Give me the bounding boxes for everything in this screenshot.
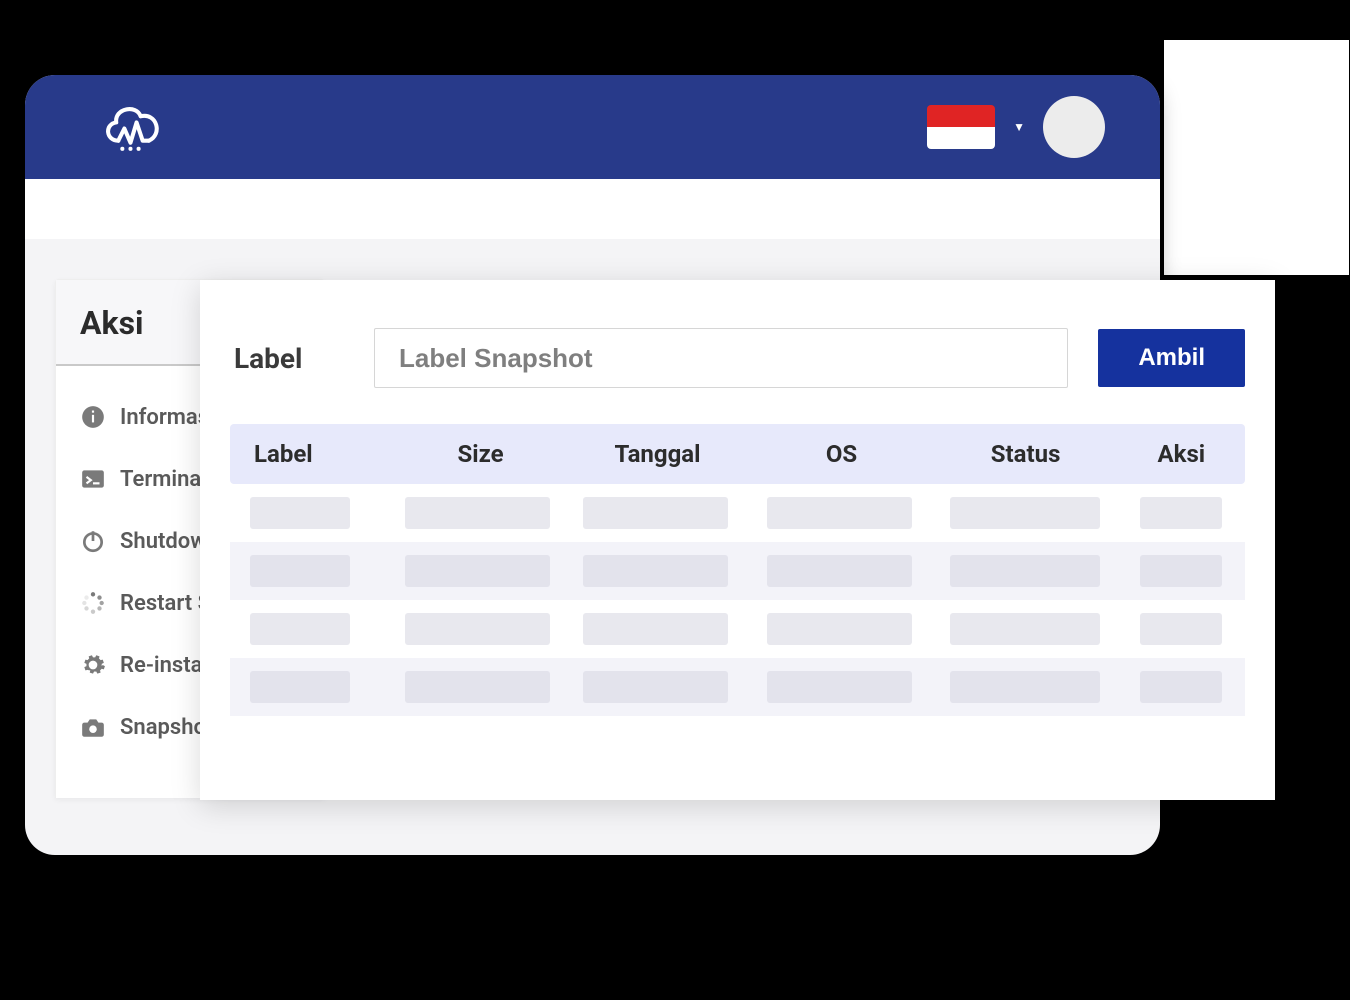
skeleton-placeholder xyxy=(767,555,912,587)
table-cell xyxy=(932,497,1117,529)
snapshot-table: Label Size Tanggal OS Status Aksi xyxy=(230,424,1245,716)
skeleton-placeholder xyxy=(405,555,550,587)
power-icon xyxy=(80,528,106,554)
topbar: ▼ xyxy=(25,75,1160,179)
table-row xyxy=(230,542,1245,600)
table-cell xyxy=(748,497,933,529)
skeleton-placeholder xyxy=(1140,613,1222,645)
table-row xyxy=(230,658,1245,716)
skeleton-placeholder xyxy=(950,671,1100,703)
table-cell xyxy=(1117,497,1245,529)
snapshot-panel: Label Ambil Label Size Tanggal OS Status… xyxy=(200,280,1275,800)
col-header-date: Tanggal xyxy=(565,440,749,468)
info-icon xyxy=(80,404,106,430)
col-header-os: OS xyxy=(750,440,934,468)
table-cell xyxy=(563,671,748,703)
skeleton-placeholder xyxy=(583,613,728,645)
table-cell xyxy=(230,671,392,703)
chevron-down-icon[interactable]: ▼ xyxy=(1013,120,1025,134)
skeleton-placeholder xyxy=(767,613,912,645)
table-cell xyxy=(932,613,1117,645)
table-cell xyxy=(563,555,748,587)
skeleton-placeholder xyxy=(583,497,728,529)
skeleton-placeholder xyxy=(405,497,550,529)
table-cell xyxy=(563,613,748,645)
take-snapshot-button[interactable]: Ambil xyxy=(1098,329,1245,387)
table-cell xyxy=(1117,613,1245,645)
table-row xyxy=(230,600,1245,658)
skeleton-placeholder xyxy=(250,555,350,587)
topbar-right: ▼ xyxy=(927,96,1105,158)
sidebar-item-label: Terminal xyxy=(120,467,207,492)
table-row xyxy=(230,484,1245,542)
loading-icon xyxy=(80,590,106,616)
content-area: Aksi Informasi Terminal xyxy=(25,239,1160,279)
language-flag[interactable] xyxy=(927,105,995,149)
skeleton-placeholder xyxy=(250,613,350,645)
table-cell xyxy=(932,671,1117,703)
skeleton-placeholder xyxy=(405,671,550,703)
skeleton-placeholder xyxy=(767,671,912,703)
skeleton-placeholder xyxy=(1140,671,1222,703)
skeleton-placeholder xyxy=(950,613,1100,645)
skeleton-placeholder xyxy=(250,671,350,703)
table-body xyxy=(230,484,1245,716)
table-cell xyxy=(932,555,1117,587)
col-header-status: Status xyxy=(934,440,1118,468)
skeleton-placeholder xyxy=(250,497,350,529)
table-cell xyxy=(748,671,933,703)
form-label: Label xyxy=(234,342,344,375)
table-header: Label Size Tanggal OS Status Aksi xyxy=(230,424,1245,484)
skeleton-placeholder xyxy=(767,497,912,529)
table-cell xyxy=(230,497,392,529)
skeleton-placeholder xyxy=(1140,555,1222,587)
table-cell xyxy=(748,555,933,587)
table-cell xyxy=(392,613,563,645)
sidebar-title: Aksi xyxy=(80,304,144,342)
sub-toolbar xyxy=(25,179,1160,239)
skeleton-placeholder xyxy=(583,671,728,703)
app-logo[interactable] xyxy=(100,100,165,155)
camera-icon xyxy=(80,714,106,740)
table-cell xyxy=(1117,671,1245,703)
snapshot-label-input[interactable] xyxy=(374,328,1068,388)
table-cell xyxy=(392,555,563,587)
skeleton-placeholder xyxy=(405,613,550,645)
table-cell xyxy=(230,555,392,587)
table-cell xyxy=(563,497,748,529)
col-header-aksi: Aksi xyxy=(1118,440,1245,468)
col-header-size: Size xyxy=(396,440,566,468)
terminal-icon xyxy=(80,466,106,492)
table-cell xyxy=(1117,555,1245,587)
table-cell xyxy=(392,497,563,529)
table-cell xyxy=(748,613,933,645)
col-header-label: Label xyxy=(230,440,396,468)
skeleton-placeholder xyxy=(950,497,1100,529)
avatar[interactable] xyxy=(1043,96,1105,158)
table-cell xyxy=(392,671,563,703)
decorative-block xyxy=(1164,40,1349,275)
snapshot-form: Label Ambil xyxy=(230,328,1245,388)
skeleton-placeholder xyxy=(583,555,728,587)
skeleton-placeholder xyxy=(950,555,1100,587)
gear-icon xyxy=(80,652,106,678)
table-cell xyxy=(230,613,392,645)
skeleton-placeholder xyxy=(1140,497,1222,529)
